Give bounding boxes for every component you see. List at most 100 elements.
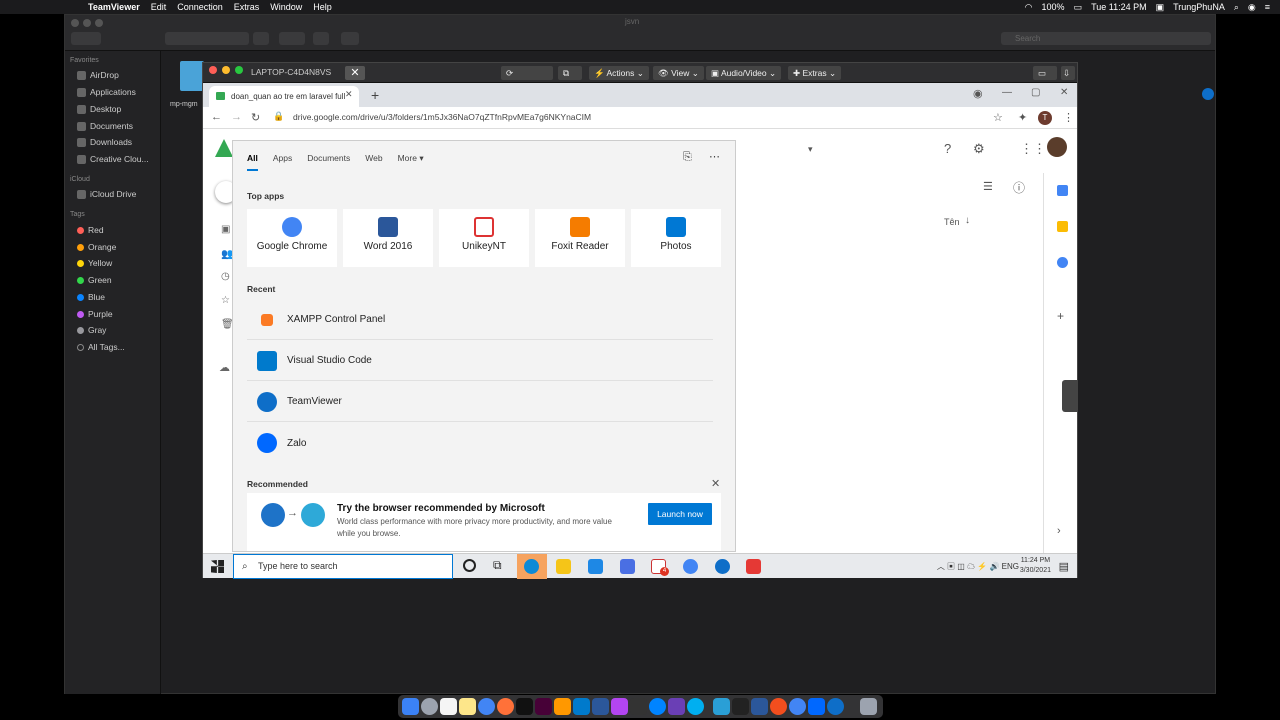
tab-close-icon[interactable]: ✕ <box>345 89 353 100</box>
recent-item-teamviewer[interactable]: TeamViewer <box>247 382 713 422</box>
sublime-dock-icon[interactable] <box>554 698 571 715</box>
extensions-icon[interactable]: ✦ <box>1018 111 1027 124</box>
taskbar-clock[interactable]: 11:24 PM 3/30/2021 <box>1020 556 1051 576</box>
system-tray[interactable]: ︿ ▣ ◫ ☁ ⚡ 🔊 ENG <box>937 561 1019 572</box>
battery-percent[interactable]: 100% <box>1042 2 1065 12</box>
tab-apps[interactable]: Apps <box>273 153 292 171</box>
search-icon[interactable]: ⌕ <box>1234 2 1239 13</box>
tag-red[interactable]: Red <box>77 225 104 235</box>
chrome-alt-dock-icon[interactable] <box>789 698 806 715</box>
recent-icon[interactable]: ◷ <box>221 271 230 282</box>
figma-dock-icon[interactable] <box>770 698 787 715</box>
menu-extras[interactable]: Extras <box>234 2 260 12</box>
tag-yellow[interactable]: Yellow <box>77 258 112 268</box>
sidebar-item-creative-cloud[interactable]: Creative Clou... <box>77 154 149 164</box>
close-button[interactable] <box>71 19 79 27</box>
teamviewer-dock-icon[interactable] <box>827 698 844 715</box>
trash-dock-icon[interactable] <box>860 698 877 715</box>
minimize-button[interactable] <box>83 19 91 27</box>
sidebar-item-documents[interactable]: Documents <box>77 121 133 131</box>
siri-icon[interactable]: ◉ <box>1248 2 1256 13</box>
app-tile-unikey[interactable]: UnikeyNT <box>439 209 529 267</box>
sidebar-item-applications[interactable]: Applications <box>77 87 136 97</box>
tv-close-dot[interactable] <box>209 66 217 74</box>
profile-avatar[interactable]: T <box>1038 111 1052 125</box>
control-center-icon[interactable]: ≡ <box>1265 2 1270 12</box>
visual-studio-icon[interactable] <box>620 559 635 574</box>
sidebar-item-icloud-drive[interactable]: iCloud Drive <box>77 189 136 199</box>
dismiss-recommendation-icon[interactable]: ✕ <box>711 477 720 490</box>
forward-icon[interactable]: → <box>231 111 242 123</box>
view-mode-buttons[interactable] <box>165 32 249 45</box>
sort-arrow-icon[interactable]: ↓ <box>965 215 970 226</box>
tab-more[interactable]: More ▾ <box>398 153 424 171</box>
app-tile-chrome[interactable]: Google Chrome <box>247 209 337 267</box>
tag-green[interactable]: Green <box>77 275 112 285</box>
sourcetree-dock-icon[interactable] <box>713 698 730 715</box>
group-button[interactable] <box>253 32 269 45</box>
folder-label[interactable]: mp-mgm <box>170 101 198 108</box>
github-dock-icon[interactable] <box>630 698 647 715</box>
phpstorm-dock-icon[interactable] <box>611 698 628 715</box>
back-forward-button[interactable] <box>71 32 101 45</box>
menubar-clock[interactable]: Tue 11:24 PM <box>1091 2 1147 12</box>
mail-icon[interactable] <box>588 559 603 574</box>
actions-menu[interactable]: ⚡ Actions ⌄ <box>589 66 649 80</box>
my-drive-icon[interactable]: ▣ <box>221 224 230 235</box>
visual-studio-dock-icon[interactable] <box>668 698 685 715</box>
taskbar-search-input[interactable]: ⌕ Type here to search <box>233 554 453 579</box>
finder-search-input[interactable]: Search <box>1001 32 1211 45</box>
tv-minimize-dot[interactable] <box>222 66 230 74</box>
new-tab-button[interactable]: + <box>371 87 379 103</box>
action-center-icon[interactable]: ▤ <box>1059 560 1069 573</box>
battery-icon[interactable]: ▭ <box>1074 2 1083 13</box>
sidebar-item-downloads[interactable]: Downloads <box>77 137 132 147</box>
recent-item-vscode[interactable]: Visual Studio Code <box>247 341 713 381</box>
calendar-dock-icon[interactable] <box>440 698 457 715</box>
cortana-icon[interactable] <box>463 559 476 572</box>
remote-side-handle[interactable] <box>1062 380 1078 412</box>
tag-orange[interactable]: Orange <box>77 242 116 252</box>
help-icon[interactable]: ? <box>944 141 951 156</box>
folder-icon[interactable] <box>180 61 204 91</box>
teamviewer-icon[interactable] <box>715 559 730 574</box>
edge-icon[interactable] <box>524 559 539 574</box>
launch-now-button[interactable]: Launch now <box>648 503 712 525</box>
chrome-icon[interactable] <box>683 559 698 574</box>
language-indicator[interactable]: ENG <box>1002 562 1019 571</box>
storage-icon[interactable]: ☁ <box>219 361 230 374</box>
tasks-icon[interactable] <box>1057 257 1068 268</box>
list-view-icon[interactable]: ☰ <box>983 180 993 193</box>
file-explorer-icon[interactable] <box>556 559 571 574</box>
zalo-dock-icon[interactable] <box>808 698 825 715</box>
feedback-icon[interactable]: ⎘ <box>683 151 692 164</box>
tag-gray[interactable]: Gray <box>77 325 106 335</box>
terminal-dock-icon[interactable] <box>516 698 533 715</box>
action-button[interactable] <box>279 32 305 45</box>
extras-menu[interactable]: ✚ Extras ⌄ <box>788 66 842 80</box>
audio-video-menu[interactable]: ▣ Audio/Video ⌄ <box>706 66 782 80</box>
app-tile-foxit[interactable]: Foxit Reader <box>535 209 625 267</box>
close-window-icon[interactable]: ✕ <box>1060 87 1068 98</box>
menu-window[interactable]: Window <box>270 2 302 12</box>
share-button[interactable] <box>313 32 329 45</box>
window-mode-icon[interactable]: ▭ <box>1033 66 1057 80</box>
keep-icon[interactable] <box>1057 221 1068 232</box>
zoom-button[interactable] <box>95 19 103 27</box>
download-icon[interactable]: ⇩ <box>1061 66 1075 80</box>
reload-icon[interactable]: ↻ <box>251 111 260 124</box>
screens-icon[interactable]: ⧉ <box>558 66 582 80</box>
end-session-button[interactable]: ✕ <box>345 66 365 80</box>
maximize-icon[interactable]: ▢ <box>1031 87 1040 98</box>
apps-grid-icon[interactable]: ⋮⋮ <box>1020 141 1046 157</box>
launchpad-dock-icon[interactable] <box>421 698 438 715</box>
url-field[interactable]: drive.google.com/drive/u/3/folders/1m5Jx… <box>293 112 591 122</box>
expand-panel-icon[interactable]: › <box>1057 525 1061 537</box>
search-options-icon[interactable]: ▾ <box>808 144 813 155</box>
chrome-dock-icon[interactable] <box>478 698 495 715</box>
lock-icon[interactable]: 🔒 <box>273 111 284 122</box>
calendar-icon[interactable] <box>1057 185 1068 196</box>
finder-dock-icon[interactable] <box>402 698 419 715</box>
menubar-user[interactable]: TrungPhuNA <box>1173 2 1225 12</box>
app-tile-photos[interactable]: Photos <box>631 209 721 267</box>
